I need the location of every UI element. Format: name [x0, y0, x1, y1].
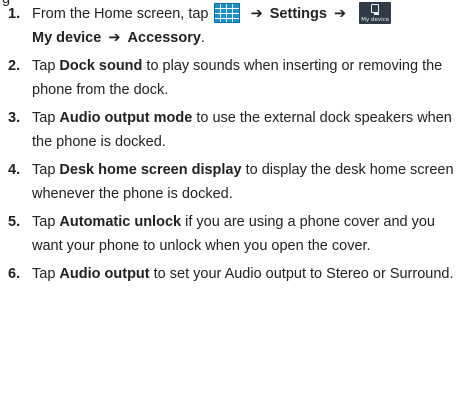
- apps-grid-icon: [213, 3, 240, 23]
- arrow-icon: ➔: [108, 30, 121, 46]
- step-1: 1. From the Home screen, tap ➔ Settings …: [8, 2, 468, 50]
- option-name: Automatic unlock: [59, 214, 182, 230]
- step-6: 6. Tap Audio output to set your Audio ou…: [8, 263, 468, 287]
- step-number: 6.: [8, 266, 21, 282]
- manual-page: g 1. From the Home screen, tap ➔ Setting…: [0, 0, 472, 394]
- step-number: 2.: [8, 58, 21, 74]
- step-number: 4.: [8, 162, 21, 178]
- step-5: 5. Tap Automatic unlock if you are using…: [8, 211, 468, 258]
- step-text: .: [200, 30, 205, 46]
- device-glyph-icon: [371, 4, 380, 15]
- my-device-caption: My device: [361, 17, 390, 23]
- step-number: 1.: [8, 6, 21, 22]
- step-2: 2. Tap Dock sound to play sounds when in…: [8, 55, 468, 102]
- arrow-icon: ➔: [333, 6, 347, 22]
- step-number: 5.: [8, 214, 21, 230]
- my-device-icon: My device: [359, 2, 392, 24]
- step-text: to set your Audio output to Stereo or Su…: [149, 266, 454, 282]
- instruction-steps: 1. From the Home screen, tap ➔ Settings …: [8, 2, 468, 292]
- accessory-label: Accessory: [127, 30, 201, 46]
- step-text: From the Home screen, tap: [32, 6, 209, 22]
- option-name: Dock sound: [59, 58, 143, 74]
- my-device-label: My device: [32, 30, 102, 46]
- step-number: 3.: [8, 110, 21, 126]
- step-text: Tap: [32, 162, 60, 178]
- step-4: 4. Tap Desk home screen display to displ…: [8, 159, 468, 206]
- step-text: Tap: [32, 58, 60, 74]
- option-name: Desk home screen display: [59, 162, 242, 178]
- option-name: Audio output mode: [59, 110, 193, 126]
- settings-label: Settings: [269, 6, 327, 22]
- step-text: Tap: [32, 110, 60, 126]
- arrow-icon: ➔: [250, 6, 263, 22]
- step-text: Tap: [32, 266, 60, 282]
- step-3: 3. Tap Audio output mode to use the exte…: [8, 107, 468, 154]
- option-name: Audio output: [59, 266, 150, 282]
- step-text: Tap: [32, 214, 60, 230]
